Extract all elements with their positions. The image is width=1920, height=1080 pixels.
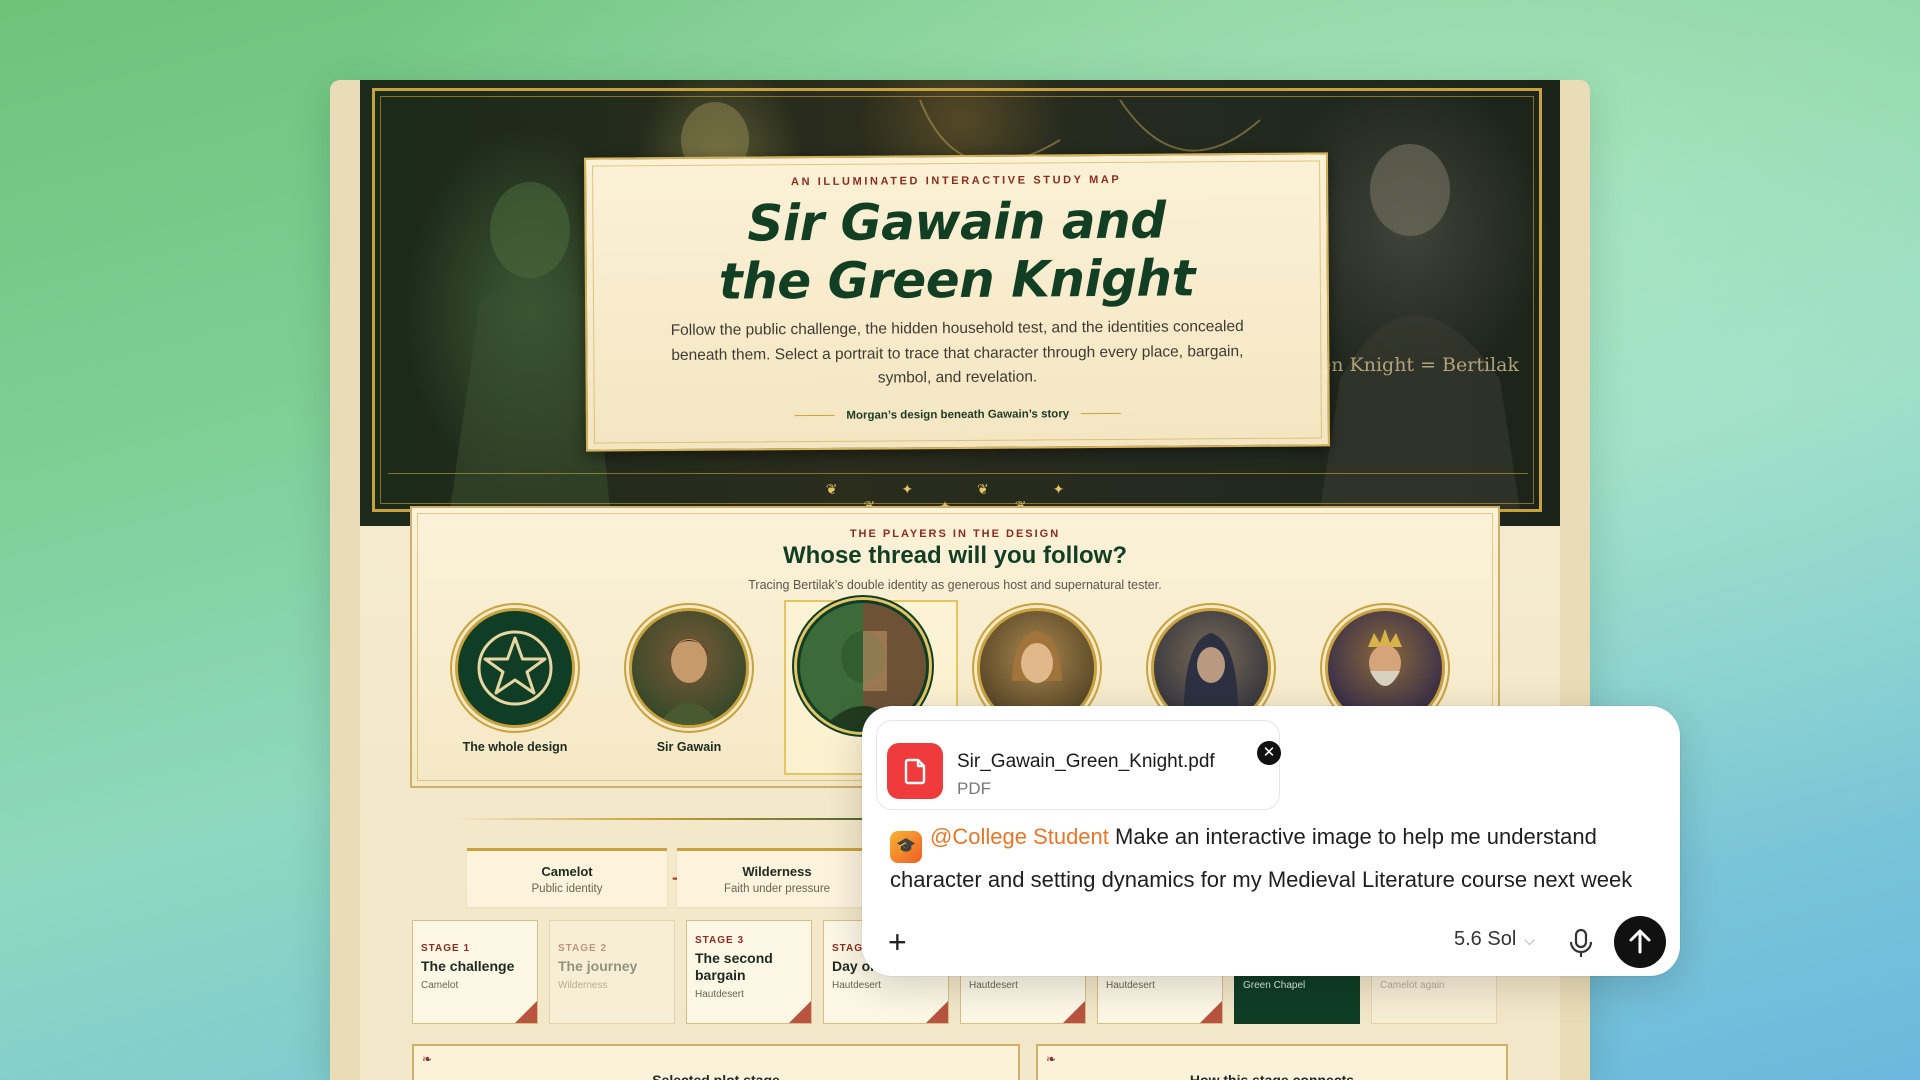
- attachment-filename: Sir_Gawain_Green_Knight.pdf: [957, 751, 1215, 772]
- add-button[interactable]: +: [888, 926, 907, 958]
- players-title: Whose thread will you follow?: [782, 542, 1127, 569]
- stage-title: The journey: [558, 958, 638, 974]
- stage-place: Camelot again: [1380, 980, 1445, 991]
- stage-card-3[interactable]: STAGE 3 The second bargain Hautdesert: [686, 920, 812, 1024]
- arrow-up-icon: [1629, 929, 1651, 954]
- stage-place: Hautdesert: [1106, 980, 1155, 991]
- file-icon: [887, 743, 943, 799]
- stage-place: Hautdesert: [969, 980, 1018, 991]
- route-camelot[interactable]: Camelot Public identity: [467, 848, 667, 907]
- stage-kicker: STAGE 2: [558, 943, 608, 954]
- graduation-cap-icon: 🎓: [890, 831, 922, 863]
- model-name: 5.6 Sol: [1454, 928, 1517, 950]
- remove-attachment-button[interactable]: ✕: [1257, 741, 1281, 765]
- pentangle-icon: [455, 608, 575, 728]
- panel-title: Selected plot stage: [652, 1072, 780, 1080]
- attachment-type: PDF: [957, 779, 991, 798]
- stage-corner: [1200, 1001, 1222, 1023]
- stage-connections-panel: ❧ How this stage connects: [1036, 1044, 1508, 1080]
- portrait-gawain: [629, 608, 749, 728]
- fleuron-icon: ❧: [422, 1052, 433, 1066]
- page-title: Sir Gawain and the Green Knight: [586, 190, 1327, 311]
- portrait-label: Sir Gawain: [656, 740, 722, 754]
- portrait-sir-gawain[interactable]: Sir Gawain: [614, 608, 764, 754]
- agent-mention: @College Student: [930, 824, 1109, 849]
- players-kicker: THE PLAYERS IN THE DESIGN: [849, 528, 1061, 540]
- hero-divider: [388, 473, 1528, 474]
- stage-kicker: STAGE 3: [695, 935, 745, 946]
- hero-subtitle: Follow the public challenge, the hidden …: [670, 317, 1244, 387]
- attachment-chip[interactable]: Sir_Gawain_Green_Knight.pdf PDF ✕: [876, 720, 1281, 810]
- send-button[interactable]: [1614, 916, 1666, 968]
- panel-title: How this stage connects: [1189, 1072, 1355, 1080]
- stage-corner: [789, 1001, 811, 1023]
- microphone-icon: [1569, 928, 1593, 957]
- title-line-1: Sir Gawain and: [747, 191, 1166, 253]
- route-description: Public identity: [531, 883, 603, 895]
- hero-kicker: AN ILLUMINATED INTERACTIVE STUDY MAP: [790, 173, 1122, 189]
- selected-stage-panel: ❧ Selected plot stage: [412, 1044, 1020, 1080]
- players-subtitle: Tracing Bertilak’s double identity as ge…: [748, 578, 1162, 592]
- hero-banner: en Knight = Bertilak ❦ ✦ ❦ ✦ ❦ ✦ ❦ AN IL…: [360, 80, 1560, 526]
- stage-place: Camelot: [421, 980, 459, 991]
- title-parchment: AN ILLUMINATED INTERACTIVE STUDY MAP Sir…: [583, 152, 1331, 452]
- stage-place: Hautdesert: [695, 989, 744, 1000]
- portrait-label: The whole design: [462, 740, 568, 754]
- stage-title: The second bargain: [695, 950, 773, 983]
- route-place: Camelot: [541, 864, 593, 879]
- stage-place: Green Chapel: [1243, 980, 1306, 991]
- tagline-rule-left: [794, 415, 835, 417]
- background-caption: en Knight = Bertilak: [1320, 354, 1519, 376]
- route-place: Wilderness: [742, 864, 812, 879]
- stage-kicker: STAGE 1: [421, 943, 471, 954]
- stage-corner: [926, 1001, 948, 1023]
- route-description: Faith under pressure: [723, 883, 831, 895]
- route-wilderness[interactable]: Wilderness Faith under pressure: [677, 848, 877, 907]
- microphone-button[interactable]: [1566, 926, 1596, 960]
- tagline-text: Morgan’s design beneath Gawain’s story: [846, 408, 1070, 422]
- title-line-2: the Green Knight: [718, 249, 1196, 311]
- prompt-text[interactable]: 🎓 @College Student Make an interactive im…: [890, 820, 1660, 897]
- model-selector[interactable]: 5.6 Sol ⌵: [1454, 928, 1535, 951]
- fleuron-icon: ❧: [1046, 1052, 1057, 1066]
- hero-tagline: Morgan’s design beneath Gawain’s story: [588, 406, 1328, 423]
- stage-title: The challenge: [421, 958, 515, 974]
- tagline-rule-right: [1081, 413, 1122, 415]
- portrait-whole-design[interactable]: The whole design: [440, 608, 590, 754]
- stage-place: Wilderness: [558, 980, 608, 991]
- chevron-down-icon: ⌵: [1524, 932, 1535, 948]
- stage-place: Hautdesert: [832, 980, 881, 991]
- stage-card-1[interactable]: STAGE 1 The challenge Camelot: [412, 920, 538, 1024]
- chat-composer: Sir_Gawain_Green_Knight.pdf PDF ✕ 🎓 @Coll…: [862, 706, 1680, 976]
- stage-card-2[interactable]: STAGE 2 The journey Wilderness: [549, 920, 675, 1024]
- stage-corner: [1063, 1001, 1085, 1023]
- stage-corner: [515, 1001, 537, 1023]
